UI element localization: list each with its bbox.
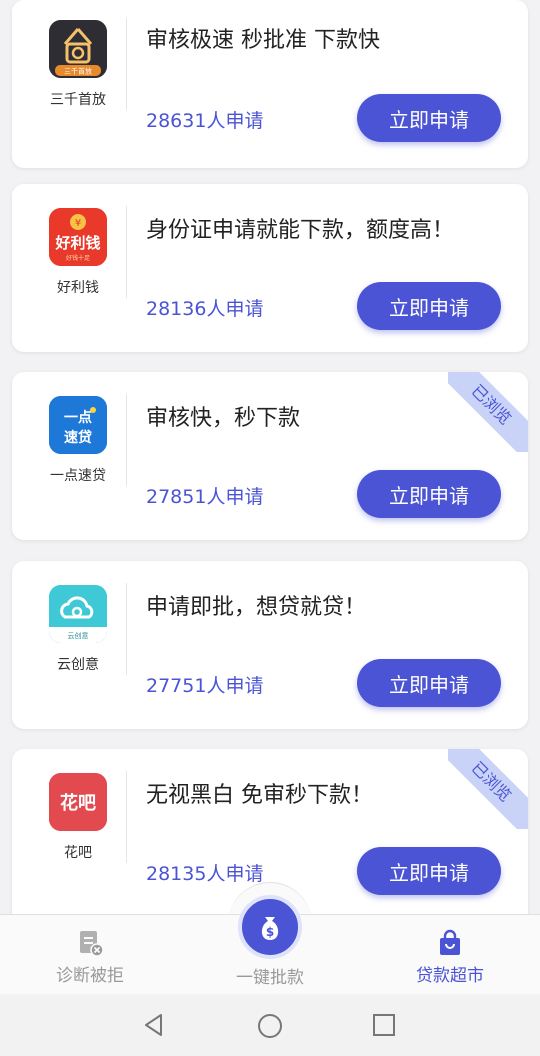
product-logo-column: ¥ 好利钱 好钱十足 好利钱 — [12, 184, 126, 352]
product-card[interactable]: 云创意 云创意 申请即批，想贷就贷！ 27751人申请 立即申请 — [12, 561, 528, 729]
product-card[interactable]: 一点 速贷 一点速贷 审核快，秒下款 27851人申请 立即申请 已浏览 — [12, 372, 528, 540]
product-name: 一点速贷 — [50, 468, 106, 484]
apply-button[interactable]: 立即申请 — [357, 659, 501, 707]
sanqian-badge-text: 三千首放 — [64, 67, 92, 76]
product-slogan: 申请即批，想贷就贷！ — [146, 595, 367, 620]
yidian-logo-top: 一点 — [64, 409, 92, 426]
viewed-ribbon-label: 已浏览 — [448, 749, 528, 829]
haoliqian-logo-subtext: 好钱十足 — [66, 254, 90, 262]
viewed-ribbon: 已浏览 — [448, 749, 528, 829]
product-slogan: 审核快，秒下款 — [146, 406, 301, 431]
product-slogan: 无视黑白 免审秒下款！ — [146, 783, 373, 808]
tab-label: 诊断被拒 — [56, 966, 124, 986]
back-icon[interactable] — [142, 1013, 166, 1037]
product-slogan: 身份证申请就能下款，额度高！ — [146, 218, 455, 243]
cloud-logo-text: 云创意 — [68, 631, 89, 640]
divider — [126, 18, 127, 110]
product-logo-column: 一点 速贷 一点速贷 — [12, 372, 126, 540]
product-slogan: 审核极速 秒批准 下款快 — [146, 28, 380, 53]
product-name: 花吧 — [64, 845, 92, 861]
svg-text:¥: ¥ — [75, 218, 81, 229]
one-click-approve-button[interactable]: $ — [238, 895, 302, 959]
tab-label: 一键批款 — [236, 968, 304, 988]
svg-text:$: $ — [266, 925, 274, 939]
product-card[interactable]: 三千首放 三千首放 审核极速 秒批准 下款快 28631人申请 立即申请 — [12, 0, 528, 168]
product-logo-column: 花吧 花吧 — [12, 749, 126, 939]
shopping-bag-icon — [440, 929, 460, 955]
product-name: 好利钱 — [57, 280, 99, 296]
yidian-logo-bottom: 速贷 — [64, 429, 92, 446]
yidian-logo-icon: 一点 速贷 — [49, 396, 107, 454]
applicant-count: 28136人申请 — [146, 298, 264, 320]
divider — [126, 583, 127, 675]
home-icon[interactable] — [257, 1013, 283, 1039]
product-logo-column: 云创意 云创意 — [12, 561, 126, 729]
haoliqian-logo-icon: ¥ 好利钱 好钱十足 — [49, 208, 107, 266]
divider — [126, 394, 127, 486]
money-bag-icon: $ — [261, 917, 279, 940]
viewed-ribbon: 已浏览 — [448, 372, 528, 452]
product-logo-column: 三千首放 三千首放 — [12, 0, 126, 168]
tab-loan-market[interactable]: 贷款超市 — [360, 915, 540, 995]
huaba-logo-icon: 花吧 — [49, 773, 107, 831]
tab-diagnose-rejected[interactable]: 诊断被拒 — [0, 915, 180, 995]
product-card[interactable]: ¥ 好利钱 好钱十足 好利钱 身份证申请就能下款，额度高！ 28136人申请 立… — [12, 184, 528, 352]
sanqian-logo-icon: 三千首放 — [49, 20, 107, 78]
system-nav-bar — [0, 994, 540, 1056]
haoliqian-logo-text: 好利钱 — [54, 234, 100, 252]
cloud-logo-icon: 云创意 — [49, 585, 107, 643]
apply-button[interactable]: 立即申请 — [357, 847, 501, 895]
divider — [126, 771, 127, 863]
apply-button[interactable]: 立即申请 — [357, 470, 501, 518]
viewed-ribbon-label: 已浏览 — [448, 372, 528, 452]
document-x-icon — [80, 931, 104, 957]
huaba-logo-text: 花吧 — [60, 792, 96, 814]
applicant-count: 27751人申请 — [146, 675, 264, 697]
applicant-count: 28631人申请 — [146, 110, 264, 132]
applicant-count: 28135人申请 — [146, 863, 264, 885]
divider — [126, 206, 127, 298]
apply-button[interactable]: 立即申请 — [357, 282, 501, 330]
product-name: 云创意 — [57, 657, 99, 673]
applicant-count: 27851人申请 — [146, 486, 264, 508]
product-name: 三千首放 — [50, 92, 106, 108]
apply-button[interactable]: 立即申请 — [357, 94, 501, 142]
tab-label: 贷款超市 — [416, 966, 484, 986]
recents-icon[interactable] — [373, 1014, 395, 1036]
